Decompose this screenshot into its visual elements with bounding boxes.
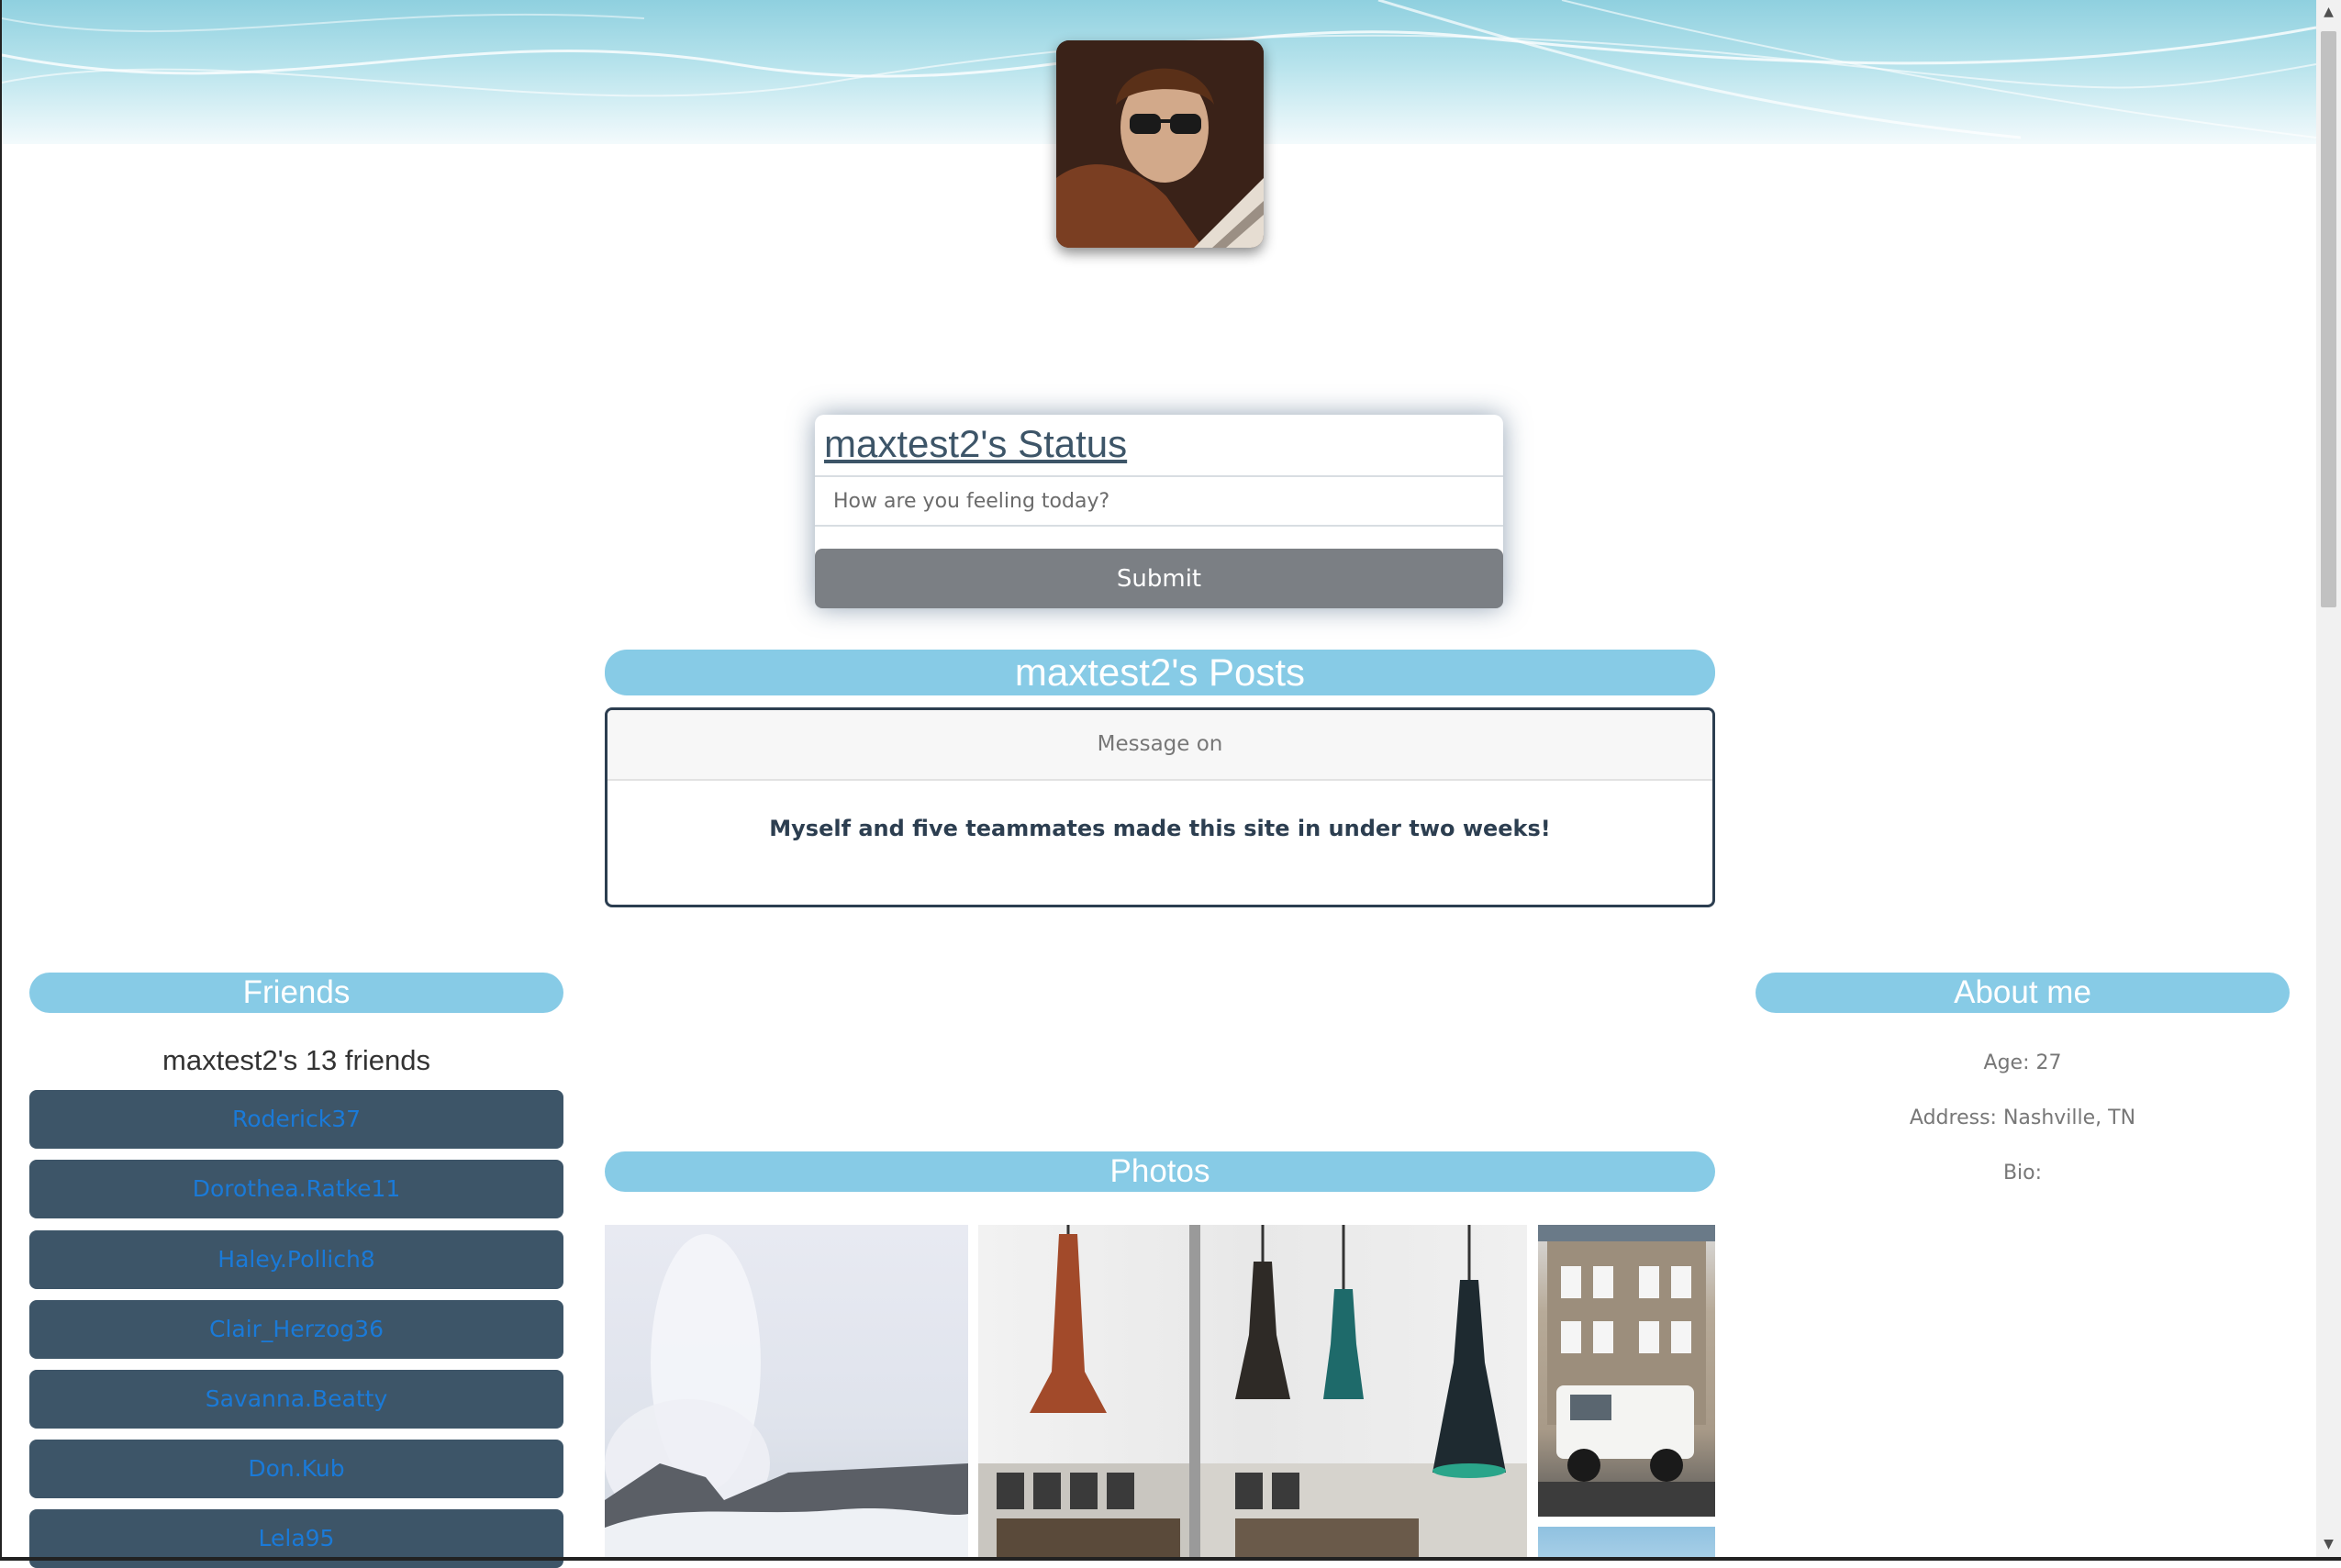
photo-hanging-lamps[interactable] <box>978 1225 1527 1561</box>
about-address: Address: Nashville, TN <box>1909 1106 2136 1129</box>
geyser-image <box>605 1234 968 1561</box>
post-card: Message on Myself and five teammates mad… <box>605 707 1715 907</box>
photo-sky[interactable] <box>1538 1527 1715 1561</box>
about-heading: About me <box>1756 973 2290 1013</box>
scrollbar-thumb[interactable] <box>2321 31 2336 607</box>
photo-geyser[interactable] <box>605 1225 968 1561</box>
friend-button[interactable]: Don.Kub <box>29 1440 563 1498</box>
status-title-link[interactable]: maxtest2's Status <box>824 422 1127 466</box>
scroll-up-arrow-icon[interactable]: ▲ <box>2322 6 2335 19</box>
friend-button[interactable]: Clair_Herzog36 <box>29 1300 563 1359</box>
house-image <box>1538 1225 1715 1517</box>
friend-button[interactable]: Dorothea.Ratke11 <box>29 1160 563 1218</box>
window-border-left <box>0 0 2 1561</box>
post-body: Myself and five teammates made this site… <box>769 816 1551 841</box>
friend-button[interactable]: Roderick37 <box>29 1090 563 1149</box>
photo-house-with-jeep[interactable] <box>1538 1225 1715 1517</box>
submit-button[interactable]: Submit <box>815 549 1503 608</box>
status-card: maxtest2's Status Submit <box>815 415 1503 608</box>
window-border-bottom <box>0 1557 2341 1561</box>
scroll-down-arrow-icon[interactable]: ▼ <box>2322 1538 2335 1551</box>
friend-button[interactable]: Haley.Pollich8 <box>29 1230 563 1289</box>
status-input[interactable] <box>815 477 1503 527</box>
photos-heading: Photos <box>605 1151 1715 1192</box>
posts-heading: maxtest2's Posts <box>605 650 1715 695</box>
friends-heading: Friends <box>29 973 563 1013</box>
about-age: Age: 27 <box>1983 1051 2062 1074</box>
about-bio: Bio: <box>2002 1162 2043 1184</box>
friends-count: maxtest2's 13 friends <box>162 1044 430 1076</box>
lamps-image <box>978 1225 1527 1561</box>
friend-button[interactable]: Savanna.Beatty <box>29 1370 563 1429</box>
profile-avatar <box>1056 40 1264 248</box>
avatar-image <box>1056 40 1264 248</box>
post-header: Message on <box>608 710 1712 781</box>
